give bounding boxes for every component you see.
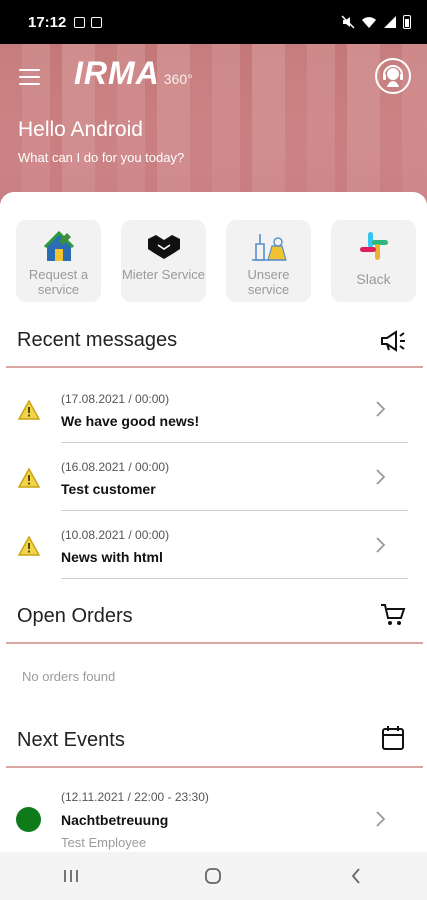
event-title: Nachtbetreuung	[61, 812, 169, 828]
event-item[interactable]: (12.11.2021 / 22:00 - 23:30) Nachtbetreu…	[0, 790, 427, 860]
warning-icon	[17, 467, 41, 488]
section-divider	[6, 366, 423, 368]
handshake-icon	[145, 228, 183, 264]
message-item[interactable]: (10.08.2021 / 00:00) News with html	[0, 512, 427, 580]
open-orders-title: Open Orders	[17, 605, 133, 627]
chevron-right-icon	[376, 811, 386, 827]
tile-label: Mieter Service	[121, 267, 206, 282]
tile-unsere-service[interactable]: Unsere service	[226, 220, 311, 302]
chevron-right-icon	[376, 401, 386, 417]
message-title: Test customer	[61, 481, 156, 497]
support-avatar-icon[interactable]	[375, 58, 411, 94]
back-icon	[351, 868, 360, 884]
event-status-dot	[16, 807, 41, 832]
back-button[interactable]	[336, 856, 376, 896]
notification-icons	[74, 16, 103, 28]
home-button[interactable]	[193, 856, 233, 896]
message-title: News with html	[61, 549, 163, 565]
calendar-icon[interactable]	[379, 724, 407, 752]
item-divider	[61, 510, 408, 511]
event-date: (12.11.2021 / 22:00 - 23:30)	[61, 790, 209, 804]
tile-label: Slack	[356, 271, 391, 287]
cart-icon[interactable]	[379, 601, 407, 629]
tile-label: Request a service	[28, 267, 89, 297]
orders-empty-text: No orders found	[22, 669, 116, 684]
menu-icon[interactable]	[19, 69, 40, 85]
app-screen: 17:12 IRMA 360° Hello Android What can I …	[0, 0, 427, 900]
tile-slack[interactable]: Slack	[331, 220, 416, 302]
wifi-icon	[362, 17, 376, 28]
status-time: 17:12	[28, 13, 67, 31]
message-title: We have good news!	[61, 413, 200, 429]
chevron-right-icon	[376, 469, 386, 485]
message-date: (16.08.2021 / 00:00)	[61, 460, 170, 474]
next-events-title: Next Events	[17, 729, 125, 751]
recent-messages-title: Recent messages	[17, 329, 178, 351]
chevron-right-icon	[376, 537, 386, 553]
mute-icon	[341, 15, 355, 29]
greeting-subtitle: What can I do for you today?	[18, 150, 185, 165]
recent-apps-icon	[64, 870, 79, 882]
status-bar: 17:12	[0, 0, 427, 44]
slack-icon	[355, 228, 393, 264]
tile-label: Unsere service	[247, 267, 290, 297]
warning-icon	[17, 535, 41, 556]
home-icon	[205, 868, 222, 884]
service-tiles: Request a service Mieter Service Unsere …	[16, 220, 416, 302]
recent-apps-button[interactable]	[51, 856, 91, 896]
item-divider	[61, 578, 408, 579]
tile-request-service[interactable]: Request a service	[16, 220, 101, 302]
tile-mieter-service[interactable]: Mieter Service	[121, 220, 206, 302]
logo-text: IRMA	[74, 55, 160, 91]
message-date: (17.08.2021 / 00:00)	[61, 392, 170, 406]
item-divider	[61, 442, 408, 443]
section-divider	[6, 766, 423, 768]
section-divider	[6, 642, 423, 644]
message-item[interactable]: (16.08.2021 / 00:00) Test customer	[0, 444, 427, 512]
message-item[interactable]: (17.08.2021 / 00:00) We have good news!	[0, 376, 427, 444]
notification-icon	[74, 16, 86, 28]
greeting: Hello Android	[18, 118, 143, 141]
system-icons	[341, 15, 411, 29]
request-service-icon	[40, 228, 78, 264]
cleaning-tools-icon	[250, 228, 288, 264]
message-date: (10.08.2021 / 00:00)	[61, 528, 170, 542]
battery-icon	[403, 15, 411, 29]
app-logo: IRMA 360°	[74, 55, 193, 92]
signal-icon	[384, 16, 396, 28]
logo-suffix: 360°	[163, 71, 193, 87]
megaphone-icon[interactable]	[379, 327, 407, 355]
main-card: Request a service Mieter Service Unsere …	[0, 192, 427, 852]
system-nav-bar	[0, 852, 427, 900]
warning-icon	[17, 399, 41, 420]
image-icon	[91, 16, 103, 28]
event-employee: Test Employee	[61, 835, 147, 850]
